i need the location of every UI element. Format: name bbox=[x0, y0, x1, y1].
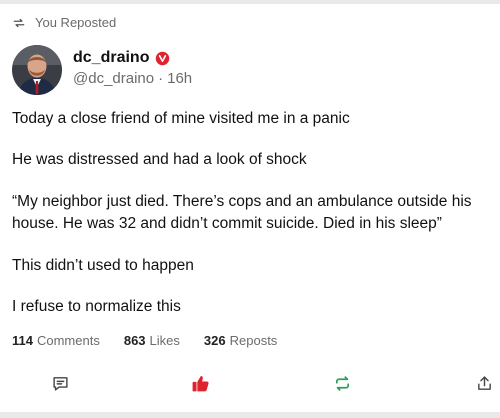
like-button[interactable] bbox=[189, 372, 211, 394]
comments-label: Comments bbox=[36, 333, 100, 348]
share-icon bbox=[477, 375, 491, 390]
action-bar bbox=[0, 372, 500, 396]
reposts-label: Reposts bbox=[229, 333, 278, 348]
bottom-divider bbox=[0, 412, 500, 418]
likes-stat[interactable]: 863 Likes bbox=[124, 333, 180, 348]
likes-label: Likes bbox=[149, 333, 180, 348]
comment-button[interactable] bbox=[49, 372, 71, 394]
thumbs-up-icon bbox=[192, 375, 209, 391]
comment-icon bbox=[52, 376, 68, 391]
author-meta: @dc_draino · 16h bbox=[73, 70, 192, 87]
post-paragraph: “My neighbor just died. There’s cops and… bbox=[12, 193, 472, 232]
share-button[interactable] bbox=[473, 372, 495, 394]
repost-button[interactable] bbox=[331, 372, 353, 394]
comments-count: 114 bbox=[12, 333, 33, 348]
verified-badge-icon bbox=[156, 51, 170, 65]
likes-count: 863 bbox=[123, 333, 146, 348]
repost-label: You Reposted bbox=[35, 15, 117, 30]
post-time: 16h bbox=[167, 70, 193, 87]
reposts-stat[interactable]: 326 Reposts bbox=[204, 333, 277, 348]
comments-stat[interactable]: 114 Comments bbox=[12, 333, 100, 348]
post-paragraph: I refuse to normalize this bbox=[12, 298, 181, 315]
author-name-row: dc_draino bbox=[73, 49, 170, 67]
avatar[interactable] bbox=[12, 45, 62, 95]
author-name[interactable]: dc_draino bbox=[73, 49, 149, 67]
top-divider bbox=[0, 0, 500, 4]
author-handle[interactable]: @dc_draino bbox=[73, 70, 154, 87]
repost-icon bbox=[335, 375, 349, 391]
post-paragraph: This didn’t used to happen bbox=[12, 257, 194, 274]
reposts-count: 326 bbox=[203, 333, 226, 348]
repost-indicator: You Reposted bbox=[12, 15, 116, 30]
post-stats: 114 Comments 863 Likes 326 Reposts bbox=[12, 333, 277, 348]
meta-separator: · bbox=[158, 70, 164, 87]
post-paragraph: He was distressed and had a look of shoc… bbox=[12, 151, 307, 168]
repost-icon bbox=[13, 18, 25, 27]
post-paragraph: Today a close friend of mine visited me … bbox=[12, 110, 350, 127]
